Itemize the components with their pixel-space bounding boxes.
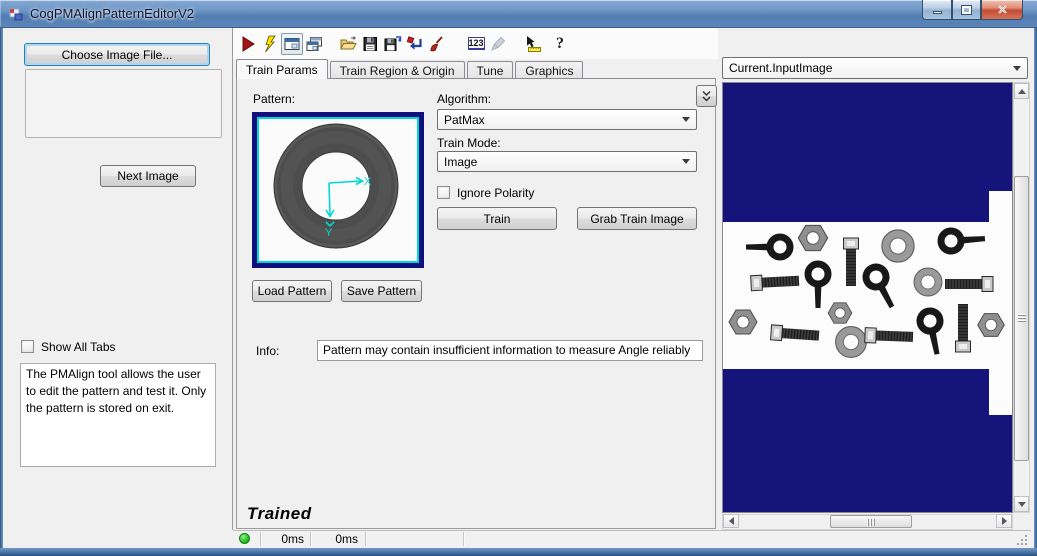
toolbar: 123 ? — [233, 28, 718, 59]
tab-label: Graphics — [525, 63, 574, 78]
info-message-box: Pattern may contain insufficient informa… — [317, 340, 703, 361]
status-separator — [365, 532, 366, 546]
tab-graphics[interactable]: Graphics — [515, 61, 584, 79]
next-image-label: Next Image — [117, 169, 179, 183]
algorithm-dropdown[interactable]: PatMax — [437, 109, 697, 130]
train-mode-label: Train Mode: — [437, 136, 501, 150]
axis-y-label: Y — [325, 227, 333, 239]
tab-train-params[interactable]: Train Params — [236, 59, 328, 79]
train-label: Train — [483, 211, 511, 226]
vertical-scrollbar[interactable] — [1013, 82, 1030, 513]
display-image-dropdown[interactable]: Current.InputImage — [722, 57, 1028, 79]
tab-label: Train Region & Origin — [339, 63, 455, 78]
arrow-left-icon — [728, 517, 734, 525]
title-bar[interactable]: CogPMAlignPatternEditorV2 — [0, 0, 1037, 28]
window-title: CogPMAlignPatternEditorV2 — [30, 6, 195, 21]
show-result-window-icon[interactable] — [281, 32, 303, 55]
trained-status-label: Trained — [247, 504, 312, 523]
show-all-tabs-checkbox[interactable] — [21, 340, 34, 353]
reset-icon[interactable] — [403, 33, 425, 55]
maximize-icon — [961, 4, 972, 15]
grab-train-image-label: Grab Train Image — [590, 211, 684, 226]
train-mode-value: Image — [444, 154, 478, 169]
vertical-scroll-thumb[interactable] — [1014, 176, 1029, 461]
total-time-value: 0ms — [335, 532, 358, 546]
choose-image-file-label: Choose Image File... — [61, 47, 173, 62]
maximize-button[interactable] — [952, 0, 981, 20]
chevron-down-icon — [1013, 65, 1021, 71]
horizontal-scrollbar[interactable] — [722, 514, 1013, 530]
window-border-left — [0, 28, 3, 548]
chevron-down-icon — [682, 159, 690, 164]
close-icon — [997, 5, 1007, 14]
run-time-value: 0ms — [281, 532, 304, 546]
save-icon[interactable] — [359, 33, 381, 55]
train-mode-dropdown[interactable]: Image — [437, 151, 697, 172]
expand-collapse-button[interactable] — [696, 85, 717, 107]
electric-brush-icon[interactable] — [425, 33, 447, 55]
status-separator — [260, 532, 261, 546]
help-icon[interactable]: ? — [549, 33, 571, 55]
tab-label: Tune — [476, 63, 504, 78]
train-button[interactable]: Train — [437, 207, 557, 230]
live-run-lightning-icon[interactable] — [259, 33, 281, 55]
open-file-icon[interactable] — [337, 33, 359, 55]
float-window-icon[interactable] — [303, 33, 325, 55]
scroll-left-button[interactable] — [723, 514, 739, 528]
arrow-right-icon — [1001, 517, 1007, 525]
pattern-image-display[interactable]: X Y — [252, 112, 424, 268]
app-icon — [9, 8, 23, 21]
run-tool-icon[interactable] — [237, 33, 259, 55]
bolts-sample-image — [728, 224, 1005, 369]
run-params-123-icon[interactable]: 123 — [465, 33, 487, 55]
load-pattern-button[interactable]: Load Pattern — [252, 280, 332, 302]
pattern-label: Pattern: — [253, 92, 296, 106]
status-separator — [463, 532, 464, 546]
tab-train-region-origin[interactable]: Train Region & Origin — [329, 61, 465, 79]
arrow-up-icon — [1017, 88, 1026, 94]
pattern-image: X Y — [257, 117, 419, 263]
edit-pen-icon-disabled — [487, 33, 509, 55]
status-ok-indicator — [239, 533, 250, 544]
display-image-value: Current.InputImage — [729, 61, 833, 75]
arrow-down-icon — [1017, 501, 1026, 507]
scroll-right-button[interactable] — [996, 514, 1012, 528]
save-as-icon[interactable] — [381, 33, 403, 55]
panel-divider — [232, 28, 233, 530]
close-button[interactable] — [981, 0, 1023, 20]
measure-pointer-icon[interactable] — [521, 33, 543, 55]
info-label: Info: — [256, 344, 280, 358]
save-pattern-button[interactable]: Save Pattern — [341, 280, 422, 302]
horizontal-scroll-thumb[interactable] — [830, 515, 912, 528]
tab-label: Train Params — [246, 62, 318, 77]
tab-tune[interactable]: Tune — [466, 61, 514, 79]
algorithm-label: Algorithm: — [437, 92, 492, 106]
input-image-viewport[interactable] — [722, 82, 1013, 513]
double-chevron-down-icon — [702, 90, 711, 102]
ignore-polarity-checkbox[interactable] — [437, 186, 450, 199]
show-all-tabs-label: Show All Tabs — [41, 340, 116, 354]
resize-grip[interactable] — [1016, 535, 1028, 546]
minimize-button[interactable] — [922, 0, 952, 20]
ignore-polarity-label: Ignore Polarity — [457, 186, 535, 200]
image-file-list-box[interactable] — [25, 69, 222, 138]
status-separator — [310, 532, 311, 546]
scroll-down-button[interactable] — [1014, 496, 1029, 512]
save-pattern-label: Save Pattern — [346, 284, 417, 298]
axis-x-label: X — [364, 176, 372, 188]
tab-strip: Train Params Train Region & Origin Tune … — [236, 59, 584, 79]
load-pattern-label: Load Pattern — [257, 284, 327, 298]
next-image-button[interactable]: Next Image — [100, 165, 196, 187]
choose-image-file-button[interactable]: Choose Image File... — [24, 43, 210, 66]
scroll-up-button[interactable] — [1014, 83, 1029, 99]
window-border-bottom — [0, 548, 1037, 556]
algorithm-value: PatMax — [444, 112, 485, 127]
app-window: CogPMAlignPatternEditorV2 Choose Image F… — [0, 0, 1037, 556]
tool-description-box: The PMAlign tool allows the user to edit… — [20, 363, 216, 467]
chevron-down-icon — [682, 117, 690, 122]
grab-train-image-button[interactable]: Grab Train Image — [577, 207, 697, 230]
minimize-icon — [932, 11, 942, 14]
